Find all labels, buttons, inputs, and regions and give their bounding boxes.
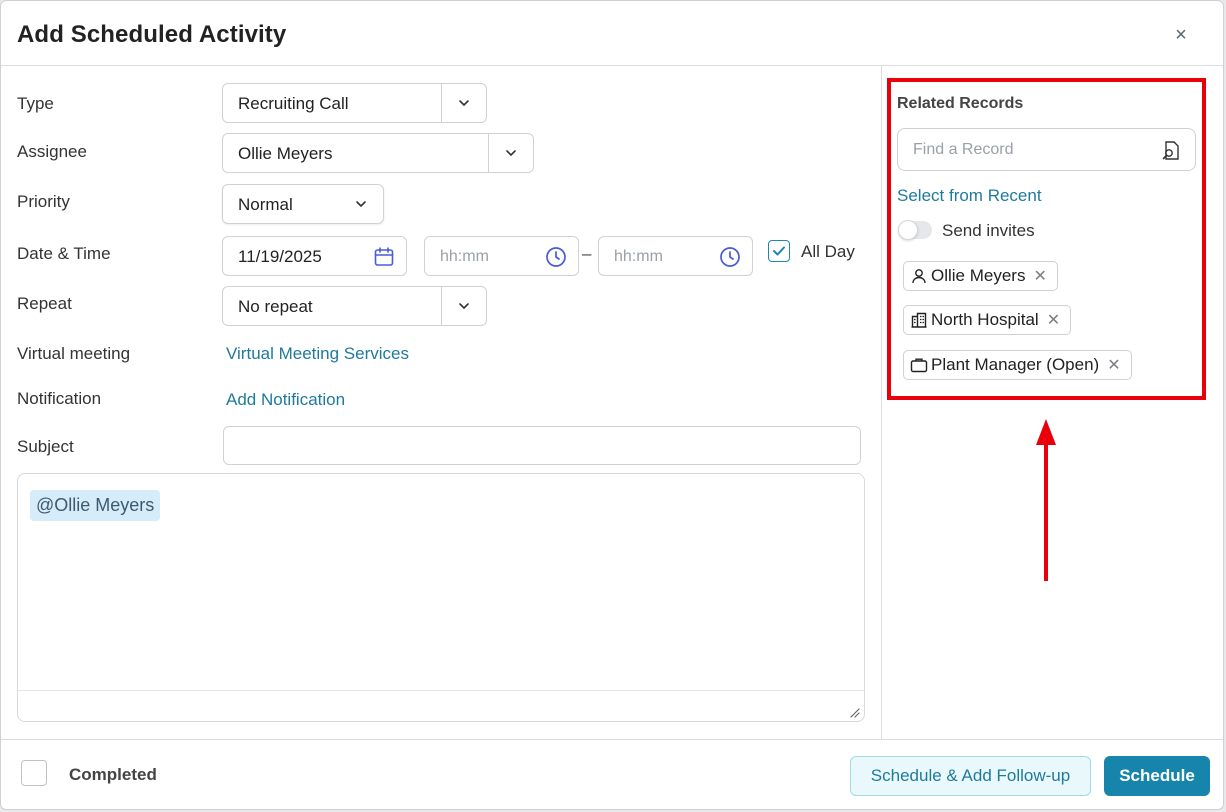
virtual-meeting-services-link[interactable]: Virtual Meeting Services: [226, 344, 409, 364]
date-input[interactable]: 11/19/2025: [222, 236, 407, 276]
schedule-button[interactable]: Schedule: [1104, 756, 1210, 796]
dialog-footer: Completed Schedule & Add Follow-up Sched…: [1, 739, 1223, 809]
start-time-input[interactable]: hh:mm: [424, 236, 579, 276]
panel-divider: [881, 66, 882, 739]
notes-editor[interactable]: @Ollie Meyers: [17, 473, 865, 722]
completed-checkbox[interactable]: [21, 760, 47, 786]
time-range-separator: –: [582, 244, 592, 263]
all-day-label: All Day: [801, 242, 855, 261]
chevron-down-icon[interactable]: [488, 134, 533, 172]
priority-select[interactable]: Normal: [222, 184, 384, 224]
subject-input[interactable]: [223, 426, 861, 465]
clock-icon[interactable]: [544, 245, 568, 269]
completed-label: Completed: [69, 765, 157, 784]
add-notification-link[interactable]: Add Notification: [226, 390, 345, 410]
repeat-label: Repeat: [17, 294, 72, 313]
schedule-add-follow-up-button[interactable]: Schedule & Add Follow-up: [850, 756, 1091, 796]
calendar-icon[interactable]: [372, 245, 396, 269]
type-value: Recruiting Call: [238, 94, 349, 113]
resize-handle-icon[interactable]: [848, 705, 860, 718]
assignee-select[interactable]: Ollie Meyers: [222, 133, 534, 173]
add-scheduled-activity-dialog: Add Scheduled Activity × Type Assignee P…: [0, 0, 1224, 810]
editor-toolbar-divider: [18, 690, 864, 691]
checkmark-icon: [773, 246, 785, 256]
start-time-placeholder: hh:mm: [440, 248, 489, 265]
chevron-down-icon[interactable]: [338, 185, 383, 223]
virtual-meeting-label: Virtual meeting: [17, 344, 131, 363]
assignee-value: Ollie Meyers: [238, 144, 333, 163]
repeat-select[interactable]: No repeat: [222, 286, 487, 326]
close-button[interactable]: ×: [1169, 23, 1193, 47]
date-value: 11/19/2025: [238, 247, 322, 266]
type-select[interactable]: Recruiting Call: [222, 83, 487, 123]
mention-tag[interactable]: @Ollie Meyers: [30, 490, 161, 521]
chevron-down-icon[interactable]: [441, 287, 486, 325]
all-day-checkbox[interactable]: [768, 240, 790, 262]
notification-label: Notification: [17, 389, 102, 408]
end-time-input[interactable]: hh:mm: [598, 236, 753, 276]
chevron-down-icon[interactable]: [441, 84, 486, 122]
repeat-value: No repeat: [238, 297, 313, 316]
dialog-header: Add Scheduled Activity ×: [1, 1, 1223, 66]
end-time-placeholder: hh:mm: [614, 248, 663, 265]
dialog-title: Add Scheduled Activity: [17, 21, 287, 48]
priority-value: Normal: [238, 195, 293, 214]
type-label: Type: [17, 94, 54, 113]
subject-label: Subject: [17, 437, 74, 456]
arrow-up-icon: [1036, 419, 1056, 581]
assignee-label: Assignee: [17, 142, 87, 161]
priority-label: Priority: [17, 192, 70, 211]
highlight-box: [887, 78, 1206, 400]
clock-icon[interactable]: [718, 245, 742, 269]
date-time-label: Date & Time: [17, 244, 111, 263]
